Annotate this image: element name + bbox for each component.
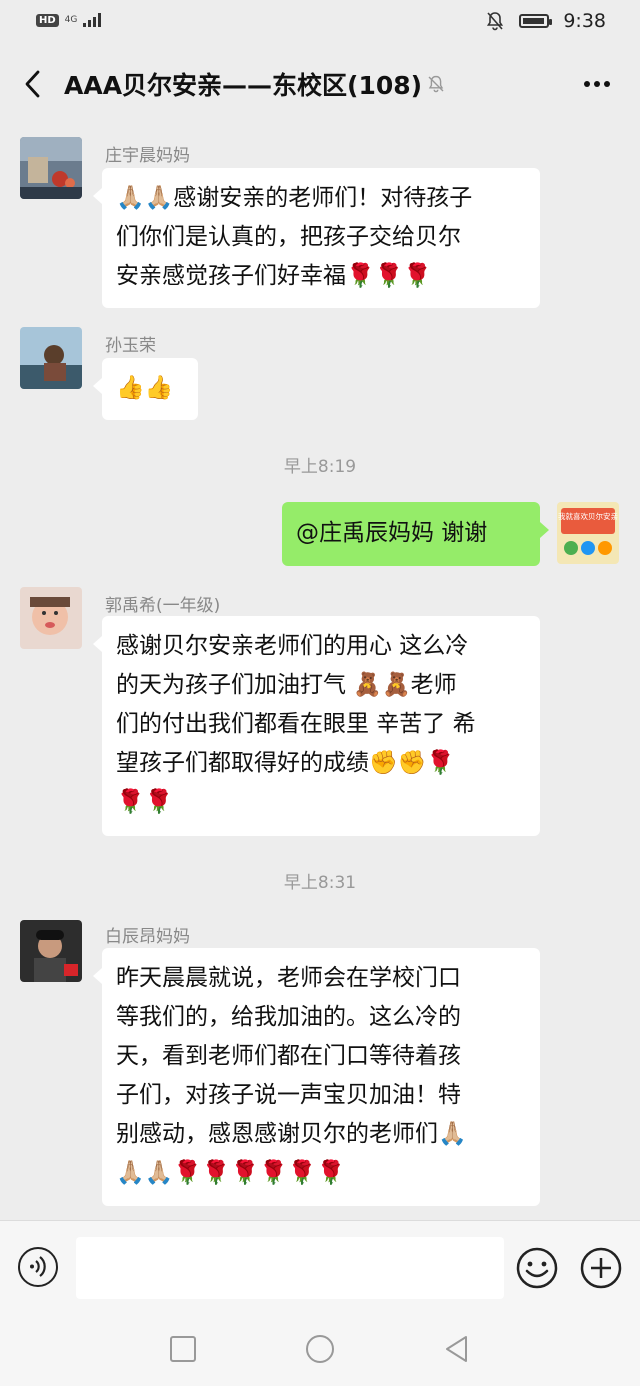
voice-icon: [30, 1256, 46, 1277]
message-line: 昨天晨晨就说，老师会在学校门口: [116, 965, 461, 991]
chat-header: AAA贝尔安亲——东校区(108): [0, 44, 640, 124]
message-line: 别感动，感恩感谢贝尔的老师们🙏🏼: [116, 1121, 467, 1147]
circle-icon[interactable]: [303, 1332, 337, 1366]
self-avatar[interactable]: 我就喜欢贝尔安亲: [557, 502, 619, 564]
more-dots-icon[interactable]: [582, 72, 612, 96]
message-line: 👍👍: [116, 375, 174, 401]
message-bubble[interactable]: 感谢贝尔安亲老师们的用心 这么冷 的天为孩子们加油打气 🧸🧸老师 们的付出我们都…: [93, 616, 540, 836]
message-timestamp: 早上8:19: [283, 457, 357, 477]
message-line: 子们，对孩子说一声宝贝加油！特: [116, 1082, 461, 1108]
status-bar: HD 4G 9:38: [0, 0, 640, 44]
avatar-bai[interactable]: [20, 920, 82, 982]
sender-name: 白辰昂妈妈: [105, 927, 190, 947]
avatar-text: 我就喜欢贝尔安亲: [558, 511, 618, 521]
avatar-guo[interactable]: [20, 587, 82, 649]
message-line: 🙏🏼🙏🏼感谢安亲的老师们！对待孩子: [116, 185, 473, 211]
message-line: 等我们的，给我加油的。这么冷的: [116, 1004, 461, 1030]
message-line: @庄禹辰妈妈 谢谢: [296, 520, 488, 546]
smiley-icon[interactable]: [516, 1247, 558, 1289]
message-line: 感谢贝尔安亲老师们的用心 这么冷: [116, 633, 469, 659]
status-right: 9:38: [485, 10, 606, 32]
message-line: 🌹🌹: [116, 789, 174, 815]
message-line: 🙏🏼🙏🏼🌹🌹🌹🌹🌹🌹: [116, 1160, 346, 1186]
system-nav-bar: [0, 1314, 640, 1386]
bell-slash-icon: [428, 75, 444, 93]
message-line: 安亲感觉孩子们好幸福🌹🌹🌹: [116, 263, 432, 289]
input-bar: [0, 1220, 640, 1315]
plus-icon[interactable]: [580, 1247, 622, 1289]
message-line: 们你们是认真的，把孩子交给贝尔: [116, 224, 461, 250]
message-list: 庄宇晨妈妈 🙏🏼🙏🏼感谢安亲的老师们！对待孩子 们你们是认真的，把孩子交给贝尔 …: [0, 124, 640, 1220]
avatar-zhuang[interactable]: [20, 137, 82, 199]
chevron-left-icon[interactable]: [20, 68, 46, 100]
status-left: HD 4G: [36, 13, 102, 27]
sender-name: 孙玉荣: [105, 336, 156, 356]
voice-button[interactable]: [18, 1247, 58, 1287]
message-line: 们的付出我们都看在眼里 辛苦了 希: [116, 711, 476, 737]
avatar-sun[interactable]: [20, 327, 82, 389]
message-bubble[interactable]: 🙏🏼🙏🏼感谢安亲的老师们！对待孩子 们你们是认真的，把孩子交给贝尔 安亲感觉孩子…: [93, 168, 540, 308]
message-line: 望孩子们都取得好的成绩✊✊🌹: [116, 750, 455, 776]
square-icon[interactable]: [166, 1332, 200, 1366]
message-bubble[interactable]: 昨天晨晨就说，老师会在学校门口 等我们的，给我加油的。这么冷的 天，看到老师们都…: [93, 948, 540, 1206]
message-line: 的天为孩子们加油打气 🧸🧸老师: [116, 672, 457, 698]
sender-name: 郭禹希(一年级): [105, 596, 221, 616]
signal-icon: [83, 13, 102, 27]
notification-off-icon: [487, 12, 504, 31]
network-label: 4G: [64, 14, 78, 25]
chat-title: AAA贝尔安亲——东校区(108): [64, 71, 423, 100]
message-line: 天，看到老师们都在门口等待着孩: [116, 1043, 461, 1069]
hd-badge: HD: [36, 13, 59, 27]
clock: 9:38: [563, 10, 606, 32]
message-bubble-outgoing[interactable]: @庄禹辰妈妈 谢谢: [282, 502, 549, 566]
message-input[interactable]: [76, 1237, 504, 1299]
battery-icon: [519, 14, 553, 28]
message-timestamp: 早上8:31: [283, 873, 357, 893]
triangle-back-icon[interactable]: [440, 1332, 474, 1366]
message-bubble[interactable]: 👍👍: [93, 358, 198, 420]
sender-name: 庄宇晨妈妈: [105, 146, 190, 166]
